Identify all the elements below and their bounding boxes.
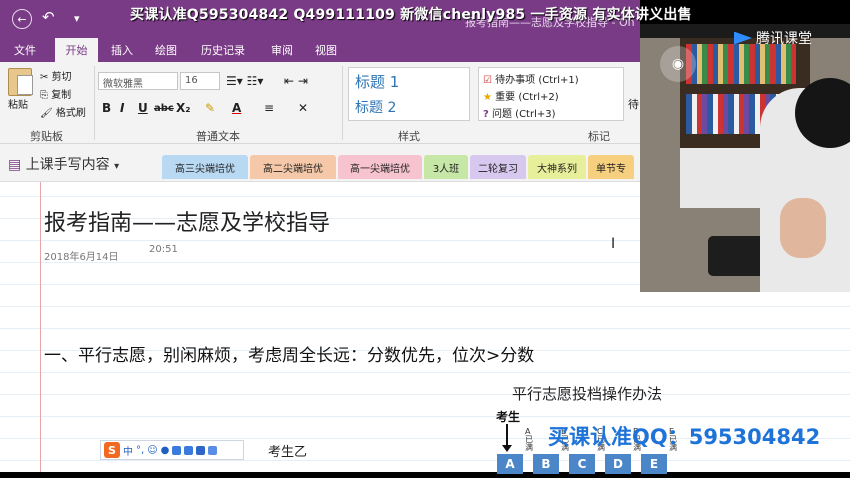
sogou-logo-icon: S: [104, 442, 120, 458]
rule-line: [0, 416, 850, 417]
brand-logo: 腾讯课堂: [734, 28, 812, 48]
ime-toolbar[interactable]: S 中 °, ☺ ●: [100, 440, 244, 460]
paste-button[interactable]: 粘贴: [8, 96, 28, 111]
watermark-top: 买课认准Q595304842 Q499111109 新微信chenly985 一…: [130, 7, 692, 23]
strikethrough-button[interactable]: abc: [154, 103, 174, 114]
star-icon: ★: [483, 92, 492, 103]
books: [686, 44, 796, 84]
style-heading1[interactable]: 标题 1: [355, 71, 399, 92]
keyboard-icon[interactable]: [172, 445, 182, 455]
bullets-icon[interactable]: ☰▾ ☷▾: [226, 74, 263, 88]
diagram-title: 平行志愿投档操作办法: [512, 385, 663, 403]
menu-history[interactable]: 历史记录: [201, 42, 245, 58]
tag-important[interactable]: ★ 重要 (Ctrl+2): [483, 88, 559, 103]
tags-gallery: ☑ 待办事项 (Ctrl+1) ★ 重要 (Ctrl+2) ? 问题 (Ctrl…: [478, 67, 624, 121]
play-logo-icon: [734, 31, 752, 45]
font-color-icon[interactable]: A: [232, 101, 241, 115]
rule-line: [0, 460, 850, 461]
rule-line: [0, 306, 850, 307]
back-icon[interactable]: ←: [12, 9, 32, 29]
style-heading2[interactable]: 标题 2: [355, 97, 396, 117]
note-text[interactable]: 考生乙: [268, 441, 307, 460]
menu-grid-icon[interactable]: [208, 445, 218, 455]
presenter-hand: [780, 198, 826, 258]
tags-group-label: 标记: [588, 130, 610, 143]
italic-button[interactable]: I: [120, 101, 124, 115]
ribbon-overflow-label: 待: [628, 98, 639, 111]
section-tab[interactable]: 单节专: [588, 155, 634, 179]
rule-line: [0, 196, 640, 197]
checkbox-icon: ☑: [483, 75, 492, 86]
arrow-down-icon: [502, 424, 512, 452]
tag-question[interactable]: ? 问题 (Ctrl+3): [483, 105, 556, 120]
watermark-qq: 买课认准QQ：595304842: [548, 425, 821, 449]
subscript-button[interactable]: X₂: [176, 101, 191, 115]
notebook-selector[interactable]: ▤ 上课手写内容 ▾: [8, 154, 119, 174]
styles-group-label: 样式: [398, 130, 420, 143]
format-painter-button[interactable]: 🖌 格式刷: [40, 104, 86, 119]
text-cursor-icon: I: [611, 236, 616, 252]
rule-line: [0, 372, 850, 373]
align-icon[interactable]: ≡: [264, 101, 274, 115]
ime-mode[interactable]: 中: [123, 443, 133, 458]
cut-button[interactable]: ✂ 剪切: [40, 68, 72, 83]
section-tab[interactable]: 高二尖端培优: [250, 155, 336, 179]
diagram-box: D: [605, 454, 631, 474]
rule-line: [0, 328, 850, 329]
rule-line: [0, 284, 640, 285]
clear-format-icon[interactable]: ✕: [298, 101, 308, 115]
divider: [94, 66, 95, 140]
indent-icon[interactable]: ⇤ ⇥: [284, 74, 308, 88]
punctuation-icon[interactable]: °,: [136, 445, 144, 456]
chevron-down-icon: ▾: [114, 161, 120, 172]
section-tab[interactable]: 3人班: [424, 155, 468, 179]
rule-line: [0, 394, 850, 395]
clipboard-group-label: 剪贴板: [30, 130, 63, 143]
section-tab[interactable]: 二轮复习: [470, 155, 526, 179]
menu-draw[interactable]: 绘图: [155, 42, 177, 58]
page-title[interactable]: 报考指南——志愿及学校指导: [44, 205, 330, 237]
dropdown-icon[interactable]: ▾: [74, 12, 80, 25]
menu-view[interactable]: 视图: [315, 42, 337, 58]
page-time: 20:51: [149, 244, 178, 255]
highlight-icon[interactable]: ✎: [205, 101, 215, 115]
menu-insert[interactable]: 插入: [111, 42, 133, 58]
section-tab[interactable]: 高三尖端培优: [162, 155, 248, 179]
diagram-student-label: 考生: [496, 410, 521, 424]
underline-button[interactable]: U: [138, 101, 148, 115]
undo-icon[interactable]: ↶: [42, 8, 55, 26]
font-size-select[interactable]: 16: [180, 72, 220, 90]
question-icon: ?: [483, 109, 489, 120]
menu-review[interactable]: 审阅: [271, 42, 293, 58]
webcam-feed: ◉: [640, 38, 850, 292]
page-date: 2018年6月14日: [44, 252, 119, 263]
section-tab[interactable]: 高一尖端培优: [338, 155, 422, 179]
section-heading[interactable]: 一、平行志愿，别闲麻烦，考虑周全长远：分数优先，位次>分数: [44, 341, 534, 366]
diagram-box: B: [533, 454, 559, 474]
page-margin-line: [40, 182, 41, 472]
font-name-select[interactable]: 微软雅黑: [98, 72, 178, 90]
menu-home[interactable]: 开始: [55, 38, 98, 62]
tag-todo[interactable]: ☑ 待办事项 (Ctrl+1): [483, 71, 579, 86]
notebook-icon: ▤: [8, 157, 22, 173]
tools-icon[interactable]: [184, 445, 194, 455]
diagram-box-note: A已满: [525, 427, 533, 452]
diagram-box: E: [641, 454, 667, 474]
font-group-label: 普通文本: [196, 130, 240, 143]
camera-toggle-icon[interactable]: ◉: [660, 46, 696, 82]
divider: [342, 66, 343, 140]
emoji-icon[interactable]: ☺: [147, 445, 157, 456]
copy-button[interactable]: ⎘ 复制: [40, 86, 71, 101]
rule-line: [0, 240, 640, 241]
skin-icon[interactable]: [196, 445, 206, 455]
section-tab[interactable]: 大神系列: [528, 155, 586, 179]
diagram-box: C: [569, 454, 595, 474]
mic-icon[interactable]: ●: [161, 445, 170, 456]
paste-icon[interactable]: [8, 68, 33, 96]
styles-gallery: 标题 1 标题 2: [348, 67, 470, 121]
menu-file[interactable]: 文件: [14, 42, 36, 58]
bold-button[interactable]: B: [102, 101, 111, 115]
diagram-box: A: [497, 454, 523, 474]
